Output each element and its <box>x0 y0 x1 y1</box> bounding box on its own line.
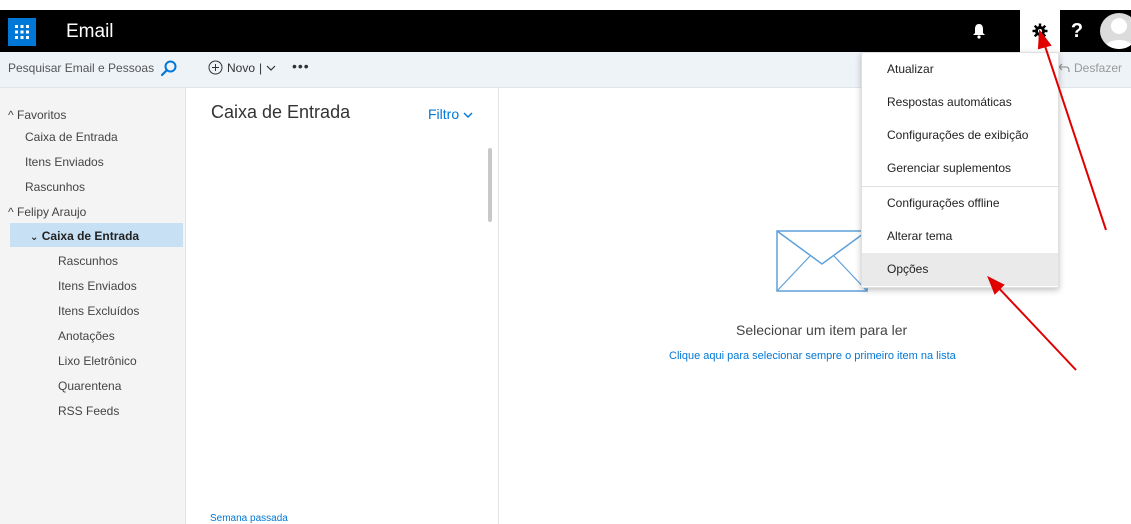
folder-notes[interactable]: Anotações <box>58 329 115 343</box>
folder-deleted-items[interactable]: Itens Excluídos <box>58 304 139 318</box>
top-bar <box>0 10 1131 52</box>
favorites-header[interactable]: ^ Favoritos <box>8 108 66 122</box>
annotation-arrow-options <box>993 282 1077 371</box>
app-title: Email <box>66 21 114 42</box>
new-message-button[interactable]: Novo | <box>208 60 276 75</box>
gear-icon <box>1032 23 1048 39</box>
account-header[interactable]: ^ Felipy Araujo <box>8 205 86 219</box>
envelope-icon <box>776 230 868 292</box>
menu-item-display-settings[interactable]: Configurações de exibição <box>862 119 1058 152</box>
folder-sent-items[interactable]: Itens Enviados <box>58 279 137 293</box>
avatar-icon <box>1104 18 1131 49</box>
bell-icon <box>973 24 985 39</box>
menu-item-change-theme[interactable]: Alterar tema <box>862 220 1058 253</box>
undo-icon <box>1058 63 1070 72</box>
chevron-down-icon: ⌄ <box>30 232 39 243</box>
more-actions-button[interactable]: ••• <box>292 58 310 74</box>
menu-item-offline-settings[interactable]: Configurações offline <box>862 187 1058 220</box>
chevron-down-icon[interactable] <box>266 64 276 72</box>
select-first-item-link[interactable]: Clique aqui para selecionar sempre o pri… <box>669 350 956 362</box>
chevron-down-icon <box>463 112 473 118</box>
chevron-up-icon: ^ <box>8 205 14 219</box>
plus-circle-icon <box>208 60 223 75</box>
folder-inbox-selected[interactable]: ⌄ Caixa de Entrada <box>30 229 139 243</box>
menu-item-automatic-replies[interactable]: Respostas automáticas <box>862 86 1058 119</box>
folder-quarantine[interactable]: Quarentena <box>58 379 121 393</box>
filter-button[interactable]: Filtro <box>428 106 473 122</box>
favorite-sent-items[interactable]: Itens Enviados <box>25 155 104 169</box>
reading-pane-empty-text: Selecionar um item para ler <box>736 322 908 338</box>
favorite-drafts[interactable]: Rascunhos <box>25 180 85 194</box>
menu-item-refresh[interactable]: Atualizar <box>862 53 1058 86</box>
search-input[interactable]: Pesquisar Email e Pessoas <box>8 61 154 75</box>
message-list-scrollbar[interactable] <box>488 148 492 222</box>
message-list-title: Caixa de Entrada <box>211 102 351 122</box>
menu-item-manage-addins[interactable]: Gerenciar suplementos <box>862 152 1058 185</box>
message-group-header: Semana passada <box>210 513 288 524</box>
notifications-button[interactable] <box>965 10 993 52</box>
menu-item-options[interactable]: Opções <box>862 253 1058 286</box>
settings-button[interactable] <box>1020 10 1060 52</box>
undo-button[interactable]: Desfazer <box>1058 61 1122 75</box>
folder-drafts[interactable]: Rascunhos <box>58 254 118 268</box>
undo-label: Desfazer <box>1074 61 1123 75</box>
pane-divider[interactable] <box>498 88 499 524</box>
settings-menu: Atualizar Respostas automáticas Configur… <box>861 52 1059 288</box>
new-button-label: Novo <box>227 60 256 75</box>
app-launcher-button[interactable] <box>8 18 36 46</box>
folder-junk[interactable]: Lixo Eletrônico <box>58 354 137 368</box>
new-button-separator: | <box>259 60 263 75</box>
chevron-up-icon: ^ <box>8 108 14 122</box>
help-button[interactable]: ? <box>1062 10 1092 52</box>
favorite-inbox[interactable]: Caixa de Entrada <box>25 130 118 144</box>
waffle-icon <box>15 25 29 39</box>
search-icon[interactable] <box>160 59 178 77</box>
avatar[interactable] <box>1100 13 1131 49</box>
folder-rss-feeds[interactable]: RSS Feeds <box>58 404 119 418</box>
